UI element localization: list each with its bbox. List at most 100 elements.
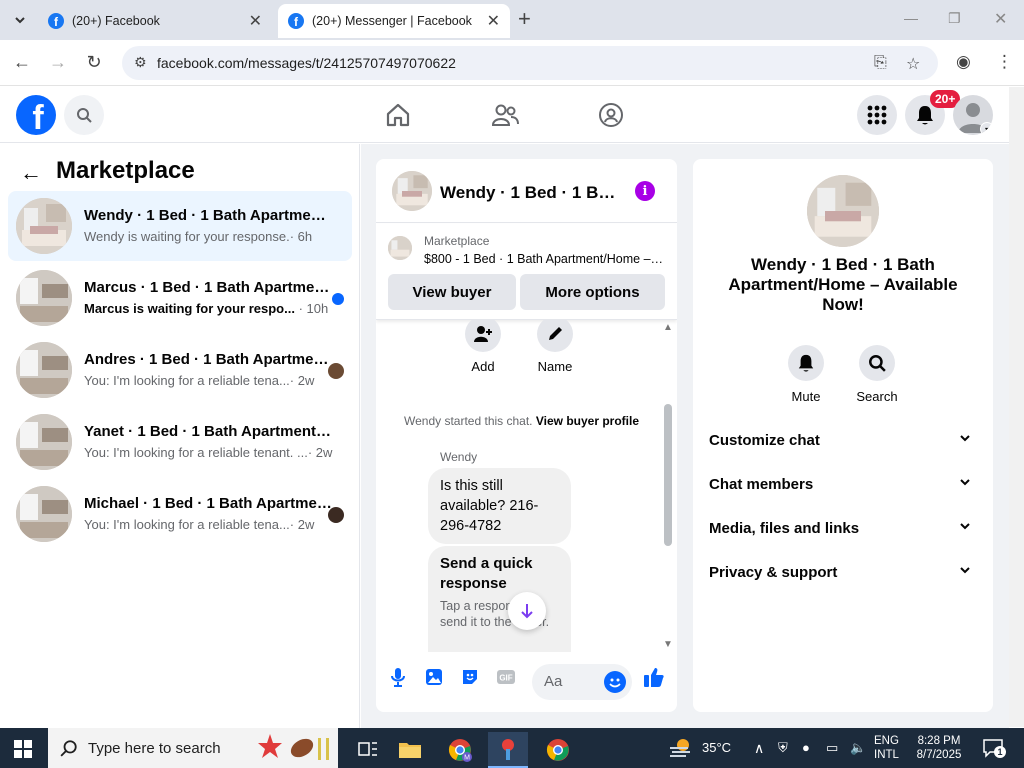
marketplace-label: Marketplace: [424, 234, 490, 248]
forward-button[interactable]: →: [47, 52, 69, 73]
active-app-button[interactable]: [488, 732, 528, 768]
bell-icon: [917, 106, 933, 125]
groups-nav-button[interactable]: [595, 99, 627, 131]
conversation-info-panel: Wendy · 1 Bed · 1 Bath Apartment/Home – …: [693, 159, 993, 712]
profile-icon[interactable]: ◉: [956, 52, 971, 72]
conversation-item[interactable]: Marcus · 1 Bed · 1 Bath Apartment/Home –…: [8, 263, 352, 333]
network-icon[interactable]: ▭: [826, 740, 838, 756]
chevron-down-icon: [960, 479, 970, 486]
taskbar-search-box[interactable]: Type here to search: [48, 728, 338, 768]
privacy-support-section[interactable]: Privacy & support: [701, 551, 985, 595]
back-button[interactable]: ←: [11, 52, 33, 73]
app-tray-icon[interactable]: ●: [802, 740, 810, 755]
close-tab-icon[interactable]: ✕: [249, 11, 262, 31]
bookmark-star-icon[interactable]: ☆: [906, 54, 920, 74]
view-buyer-profile-link[interactable]: View buyer profile: [536, 414, 639, 428]
tab-messenger[interactable]: f (20+) Messenger | Facebook ✕: [278, 4, 510, 38]
search-action[interactable]: Search: [842, 345, 912, 404]
add-person-icon: [474, 326, 492, 342]
close-window-button[interactable]: ✕: [994, 9, 1007, 29]
add-people-action[interactable]: Add: [453, 320, 513, 374]
listing-thumbnail: [388, 236, 412, 260]
home-nav-button[interactable]: [382, 99, 414, 131]
chat-thumbnail[interactable]: [392, 171, 432, 211]
scroll-to-bottom-button[interactable]: [508, 592, 546, 630]
scroll-down-arrow-icon[interactable]: ▼: [663, 639, 673, 650]
scroll-up-arrow-icon[interactable]: ▲: [663, 322, 673, 333]
reload-button[interactable]: ↻: [83, 52, 105, 73]
chat-messages[interactable]: Add Name Wendy started this chat. View b…: [376, 320, 677, 652]
microphone-icon: [391, 668, 405, 687]
temperature[interactable]: 35°C: [702, 740, 731, 755]
install-app-icon[interactable]: ⎘: [874, 54, 887, 72]
media-files-links-section[interactable]: Media, files and links: [701, 507, 985, 551]
chat-scrollbar[interactable]: ▲ ▼: [662, 320, 676, 652]
address-toolbar: ← → ↻ ⚙ facebook.com/messages/t/24125707…: [0, 40, 1024, 86]
close-tab-icon[interactable]: ✕: [487, 11, 500, 31]
facebook-logo-icon[interactable]: f: [16, 95, 56, 135]
conversation-title: Wendy · 1 Bed · 1 Bath Apartment/Home – …: [728, 255, 958, 314]
chrome-icon: [546, 739, 569, 761]
svg-text:M: M: [464, 755, 470, 762]
account-avatar[interactable]: ▾: [953, 95, 993, 135]
gif-button[interactable]: GIF: [494, 665, 518, 689]
task-view-button[interactable]: [348, 732, 388, 768]
restore-button[interactable]: ❐: [948, 10, 961, 27]
tab-title: (20+) Messenger | Facebook: [312, 14, 472, 28]
conversation-item[interactable]: Andres · 1 Bed · 1 Bath Apartment/Home –…: [8, 335, 352, 405]
conversation-item[interactable]: Michael · 1 Bed · 1 Bath Apartment/Home …: [8, 479, 352, 549]
friends-nav-button[interactable]: [489, 99, 521, 131]
more-options-button[interactable]: More options: [520, 274, 665, 310]
new-tab-button[interactable]: +: [518, 8, 531, 30]
mute-action[interactable]: Mute: [771, 345, 841, 404]
message-input[interactable]: Aa: [532, 664, 632, 700]
facebook-search-button[interactable]: [64, 95, 104, 135]
site-settings-icon[interactable]: ⚙: [134, 54, 147, 71]
menu-kebab-icon[interactable]: ⋮: [996, 52, 1013, 72]
minimize-button[interactable]: —: [904, 10, 918, 26]
like-button[interactable]: [642, 665, 666, 689]
notification-center-button[interactable]: 1: [982, 738, 1006, 758]
conversation-snippet: Wendy is waiting for your response.· 6h: [84, 229, 313, 244]
windows-start-icon[interactable]: [14, 740, 32, 758]
listing-description[interactable]: $800 - 1 Bed · 1 Bath Apartment/Home – A…: [424, 252, 664, 266]
emoji-icon[interactable]: [604, 671, 626, 693]
attach-photo-button[interactable]: [422, 665, 446, 689]
tab-facebook[interactable]: f (20+) Facebook ✕: [38, 4, 272, 38]
menu-grid-button[interactable]: [857, 95, 897, 135]
chrome-button[interactable]: [538, 732, 578, 768]
action-label: Add: [471, 359, 495, 374]
chat-members-section[interactable]: Chat members: [701, 463, 985, 507]
quick-response-card[interactable]: Send a quick response Tap a response to …: [428, 546, 571, 652]
volume-icon[interactable]: 🔈: [850, 740, 866, 756]
voice-clip-button[interactable]: [386, 665, 410, 689]
conversation-snippet: You: I'm looking for a reliable tena...·…: [84, 373, 315, 388]
back-arrow-icon[interactable]: ←: [20, 160, 42, 186]
customize-chat-section[interactable]: Customize chat: [701, 419, 985, 463]
name-chat-action[interactable]: Name: [525, 320, 585, 374]
view-buyer-button[interactable]: View buyer: [388, 274, 516, 310]
conversation-item[interactable]: Wendy · 1 Bed · 1 Bath Apartment/Home – …: [8, 191, 352, 261]
taskbar-search-placeholder: Type here to search: [88, 740, 221, 757]
listing-thumbnail: [16, 486, 72, 542]
scrollbar-thumb[interactable]: [664, 404, 672, 546]
language-indicator[interactable]: ENG INTL: [874, 734, 899, 762]
url-text: facebook.com/messages/t/2412570749707062…: [157, 55, 456, 71]
chrome-profile-button[interactable]: M: [440, 732, 480, 768]
tab-search-button[interactable]: [6, 6, 34, 34]
listing-thumbnail: [16, 270, 72, 326]
conversation-item[interactable]: Yanet · 1 Bed · 1 Bath Apartment/Home – …: [8, 407, 352, 477]
security-icon[interactable]: ⛨: [778, 740, 788, 756]
browser-tab-bar: f (20+) Facebook ✕ f (20+) Messenger | F…: [0, 0, 1024, 40]
clock[interactable]: 8:28 PM 8/7/2025: [914, 734, 964, 762]
incoming-message-bubble[interactable]: Is this still available? 216-296-4782: [428, 468, 571, 544]
page-scrollbar[interactable]: [1009, 87, 1024, 727]
home-icon: [386, 103, 410, 127]
sticker-button[interactable]: [458, 665, 482, 689]
omnibox[interactable]: ⚙ facebook.com/messages/t/24125707497070…: [122, 46, 938, 80]
file-explorer-button[interactable]: [390, 732, 430, 768]
chat-title[interactable]: Wendy · 1 Bed · 1 Bath Apartment/Home – …: [440, 183, 618, 203]
show-hidden-icons-chevron-icon[interactable]: ∧: [754, 740, 764, 757]
info-icon[interactable]: i: [635, 181, 655, 201]
conversation-title: Yanet · 1 Bed · 1 Bath Apartment/Home – …: [84, 423, 334, 440]
